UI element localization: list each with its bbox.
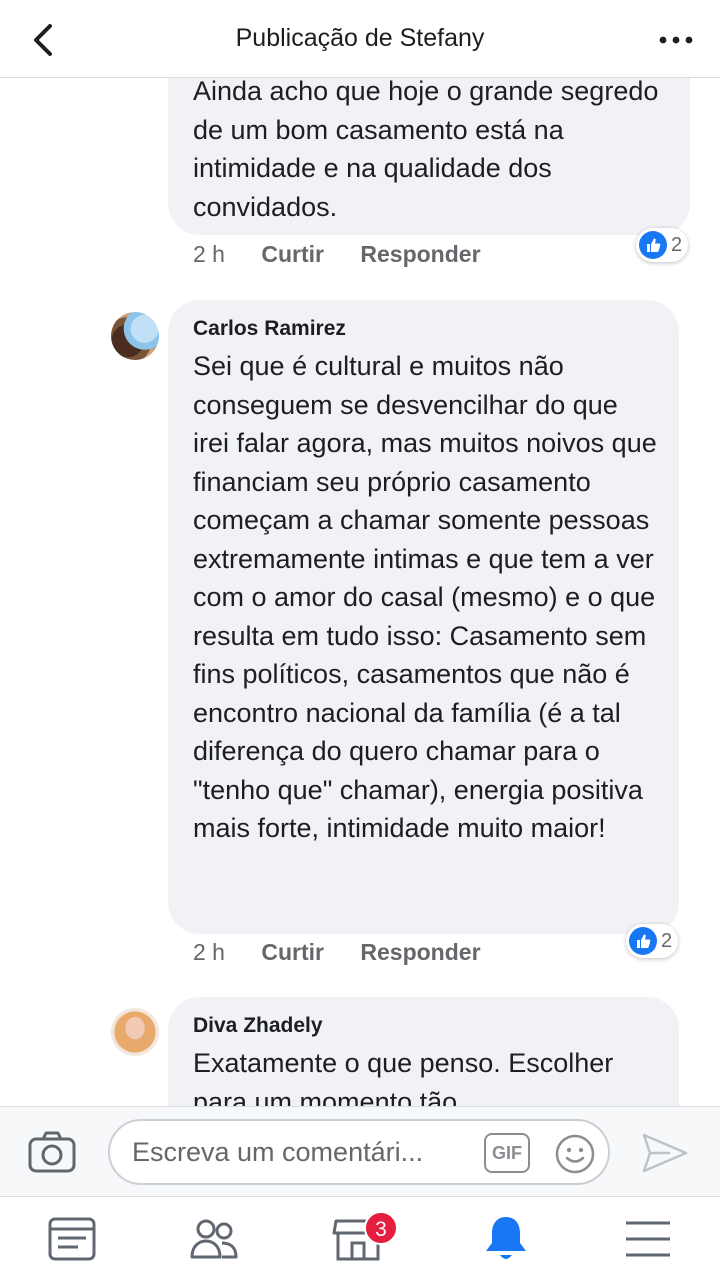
- notification-badge: 3: [364, 1211, 398, 1245]
- comment-text: Sei que é cultural e muitos não consegue…: [193, 351, 657, 843]
- avatar[interactable]: [111, 1008, 159, 1056]
- reaction-count[interactable]: 2: [636, 228, 689, 262]
- comment-author[interactable]: Carlos Ramirez: [193, 317, 661, 341]
- friends-icon[interactable]: [186, 1213, 242, 1265]
- thumbs-up-icon: [629, 927, 657, 955]
- page-title: Publicação de Stefany: [235, 24, 485, 52]
- emoji-icon[interactable]: [554, 1133, 596, 1175]
- avatar[interactable]: [111, 312, 159, 360]
- notifications-bell-icon[interactable]: [478, 1213, 534, 1265]
- reply-link[interactable]: Responder: [360, 241, 480, 268]
- comment-bubble[interactable]: Ainda acho que hoje o grande segredo de …: [168, 78, 690, 235]
- menu-hamburger-icon[interactable]: [620, 1213, 676, 1265]
- comment-bubble[interactable]: Diva Zhadely Exatamente o que penso. Esc…: [168, 997, 679, 1106]
- reaction-number: 2: [671, 233, 683, 256]
- comment-author[interactable]: Diva Zhadely: [193, 1014, 661, 1038]
- comment-text: Exatamente o que penso. Escolher para um…: [193, 1048, 614, 1106]
- comment-text: Ainda acho que hoje o grande segredo de …: [193, 78, 659, 222]
- comment-bubble[interactable]: Carlos Ramirez Sei que é cultural e muit…: [168, 300, 679, 934]
- comments-list: Ainda acho que hoje o grande segredo de …: [0, 78, 720, 1106]
- more-options-icon[interactable]: [654, 18, 698, 62]
- reply-link[interactable]: Responder: [360, 939, 480, 966]
- top-bar: Publicação de Stefany: [0, 0, 720, 78]
- bottom-navigation: 3: [0, 1196, 720, 1280]
- news-feed-icon[interactable]: [44, 1213, 100, 1265]
- thumbs-up-icon: [639, 231, 667, 259]
- comment-composer: Escreva um comentári... GIF: [0, 1106, 720, 1196]
- comment-input[interactable]: Escreva um comentári... GIF: [108, 1119, 610, 1185]
- gif-button[interactable]: GIF: [484, 1133, 530, 1173]
- comment-time: 2 h: [193, 241, 225, 267]
- like-link[interactable]: Curtir: [261, 939, 324, 966]
- like-link[interactable]: Curtir: [261, 241, 324, 268]
- comment-meta: 2 h Curtir Responder: [193, 241, 511, 268]
- reaction-number: 2: [661, 929, 673, 952]
- reaction-count[interactable]: 2: [626, 924, 679, 958]
- comment-meta: 2 h Curtir Responder: [193, 939, 511, 966]
- camera-icon[interactable]: [26, 1129, 78, 1175]
- comment-placeholder: Escreva um comentári...: [132, 1137, 424, 1167]
- comment-time: 2 h: [193, 939, 225, 965]
- send-icon[interactable]: [640, 1131, 690, 1175]
